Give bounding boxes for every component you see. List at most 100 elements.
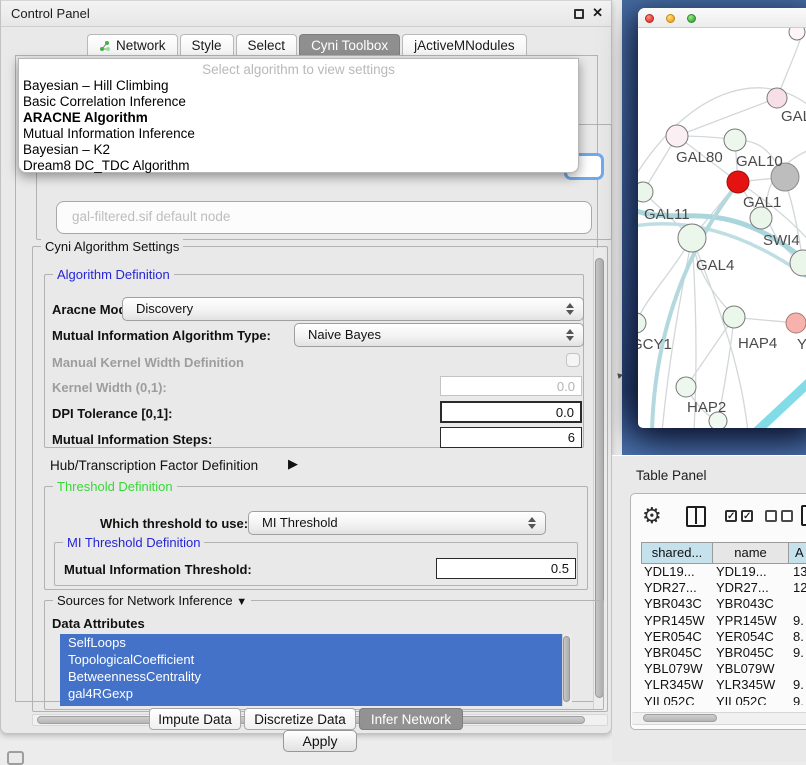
tab-jactivemnodules[interactable]: jActiveMNodules — [402, 34, 527, 56]
data-attributes-list[interactable]: SelfLoops TopologicalCoefficient Between… — [60, 634, 572, 706]
node-label-hap2: HAP2 — [687, 399, 726, 416]
kernel-width-field[interactable]: 0.0 — [440, 376, 582, 396]
dropdown-item[interactable]: Dream8 DC_TDC Algorithm — [19, 158, 578, 174]
mi-type-label: Mutual Information Algorithm Type: — [52, 328, 271, 343]
dropdown-item[interactable]: Basic Correlation Inference — [19, 94, 578, 110]
dpi-tolerance-field[interactable]: 0.0 — [440, 401, 582, 423]
unchecked-checkbox-icon[interactable] — [765, 510, 777, 522]
minimized-panel-icon[interactable] — [7, 751, 24, 765]
attribute-item[interactable]: TopologicalCoefficient — [60, 651, 572, 668]
mi-type-combo[interactable]: Naive Bayes — [294, 323, 584, 347]
tab-label: Select — [248, 35, 286, 56]
table-panel-title: Table Panel — [636, 468, 707, 483]
table-row[interactable]: YLR345WYLR345W9. — [641, 677, 806, 693]
group-title: Threshold Definition — [53, 479, 177, 494]
window-title: Control Panel — [11, 6, 90, 21]
control-panel-tabs: Network Style Select Cyni Toolbox jActiv… — [87, 34, 529, 56]
node-label-gal: GAL — [781, 108, 806, 125]
network-view-window: GAL GAL80 GAL10 GAL1 GAL11 SWI4 GAL4 GCY… — [638, 8, 806, 428]
which-threshold-label: Which threshold to use: — [100, 516, 248, 531]
cell: YBL079W — [644, 661, 713, 677]
cell: YPR145W — [716, 613, 790, 629]
group-title: Sources for Network Inference ▼ — [53, 593, 251, 608]
cell: 8. — [793, 629, 806, 645]
close-icon[interactable]: ✕ — [592, 5, 603, 21]
document-icon[interactable] — [801, 505, 806, 526]
tab-impute-data[interactable]: Impute Data — [149, 708, 241, 730]
minimize-traffic-light-icon[interactable] — [666, 14, 675, 23]
tab-infer-network[interactable]: Infer Network — [359, 708, 463, 730]
close-traffic-light-icon[interactable] — [645, 14, 654, 23]
checked-checkbox-icon[interactable]: ✓ — [741, 510, 753, 522]
restore-icon[interactable] — [574, 9, 584, 19]
table-row[interactable]: YIL052CYIL052C9. — [641, 694, 806, 706]
checked-checkbox-icon[interactable]: ✓ — [725, 510, 737, 522]
tab-cyni-toolbox[interactable]: Cyni Toolbox — [299, 34, 400, 56]
node-label-gal1: GAL1 — [743, 194, 781, 211]
cell: YIL052C — [716, 694, 790, 706]
apply-button[interactable]: Apply — [283, 730, 357, 752]
table-card: ⚙ ✓ ✓ shared... name A YDL19...YDL19...1… — [630, 493, 806, 730]
unchecked-checkbox-icon[interactable] — [781, 510, 793, 522]
group-title: MI Threshold Definition — [63, 535, 204, 550]
table-source-combo[interactable]: gal-filtered.sif default node — [56, 201, 592, 234]
combo-arrows-icon — [566, 302, 574, 316]
network-canvas[interactable]: GAL GAL80 GAL10 GAL1 GAL11 SWI4 GAL4 GCY… — [638, 28, 806, 428]
aracne-mode-combo[interactable]: Discovery — [122, 297, 584, 321]
table-row[interactable]: YER054CYER054C8. — [641, 629, 806, 645]
cell: YER054C — [716, 629, 790, 645]
combo-arrows-icon — [573, 210, 581, 224]
tab-select[interactable]: Select — [236, 34, 298, 56]
tab-style[interactable]: Style — [180, 34, 234, 56]
table-row[interactable]: YBL079WYBL079W — [641, 661, 806, 677]
table-row[interactable]: YBR043CYBR043C — [641, 596, 806, 612]
combo-arrows-icon — [528, 516, 536, 530]
manual-kernel-checkbox[interactable] — [566, 353, 580, 367]
table-row[interactable]: YPR145WYPR145W9. — [641, 613, 806, 629]
group-title: Algorithm Definition — [53, 267, 174, 282]
which-threshold-combo[interactable]: MI Threshold — [248, 511, 546, 535]
algorithm-dropdown-popup: Select algorithm to view settings Bayesi… — [18, 58, 579, 173]
tab-network[interactable]: Network — [87, 34, 178, 56]
dropdown-item[interactable]: Bayesian – Hill Climbing — [19, 78, 578, 94]
mi-steps-field[interactable]: 6 — [440, 427, 582, 448]
attribute-item[interactable]: BetweennessCentrality — [60, 668, 572, 685]
dropdown-item[interactable]: Bayesian – K2 — [19, 142, 578, 158]
node-label-hap4: HAP4 — [738, 335, 777, 352]
network-graph — [638, 28, 806, 428]
dropdown-item-aracne[interactable]: ARACNE Algorithm — [19, 110, 578, 126]
tab-discretize-data[interactable]: Discretize Data — [244, 708, 356, 730]
cell: 9. — [793, 694, 806, 706]
attribute-item[interactable]: gal4RGexp — [60, 685, 572, 702]
tab-label: Cyni Toolbox — [311, 35, 388, 56]
columns-icon[interactable] — [686, 506, 706, 527]
network-icon — [99, 40, 111, 52]
dropdown-item[interactable]: Mutual Information Inference — [19, 126, 578, 142]
cell: 9. — [793, 613, 806, 629]
cell: YDL19... — [716, 564, 790, 580]
table-rows: YDL19...YDL19...13 YDR27...YDR27...12 YB… — [641, 564, 806, 705]
table-row[interactable]: YBR045CYBR045C9. — [641, 645, 806, 661]
gear-icon[interactable]: ⚙ — [642, 503, 662, 529]
cell: 13 — [793, 564, 806, 580]
table-row[interactable]: YDL19...YDL19...13 — [641, 564, 806, 580]
column-header-name[interactable]: name — [712, 542, 789, 564]
table-hscrollbar-thumb[interactable] — [643, 714, 717, 722]
attributes-scrollbar-thumb[interactable] — [563, 636, 570, 702]
manual-kernel-label: Manual Kernel Width Definition — [52, 355, 244, 370]
expand-arrow-icon[interactable]: ▶ — [288, 456, 298, 472]
cell: YBR043C — [716, 596, 790, 612]
cell: YDR27... — [644, 580, 713, 596]
node-label-gcy1: GCY1 — [638, 336, 672, 353]
cell: 9. — [793, 677, 806, 693]
tab-label: Style — [192, 35, 222, 56]
attribute-item[interactable]: SelfLoops — [60, 634, 572, 651]
column-header-shared-name[interactable]: shared... — [641, 542, 713, 564]
group-title: Cyni Algorithm Settings — [41, 239, 183, 254]
collapse-arrow-icon[interactable]: ▼ — [236, 596, 247, 608]
which-threshold-value: MI Threshold — [262, 515, 338, 530]
zoom-traffic-light-icon[interactable] — [687, 14, 696, 23]
table-row[interactable]: YDR27...YDR27...12 — [641, 580, 806, 596]
column-header-partial[interactable]: A — [788, 542, 806, 564]
mi-threshold-field[interactable]: 0.5 — [436, 558, 576, 579]
